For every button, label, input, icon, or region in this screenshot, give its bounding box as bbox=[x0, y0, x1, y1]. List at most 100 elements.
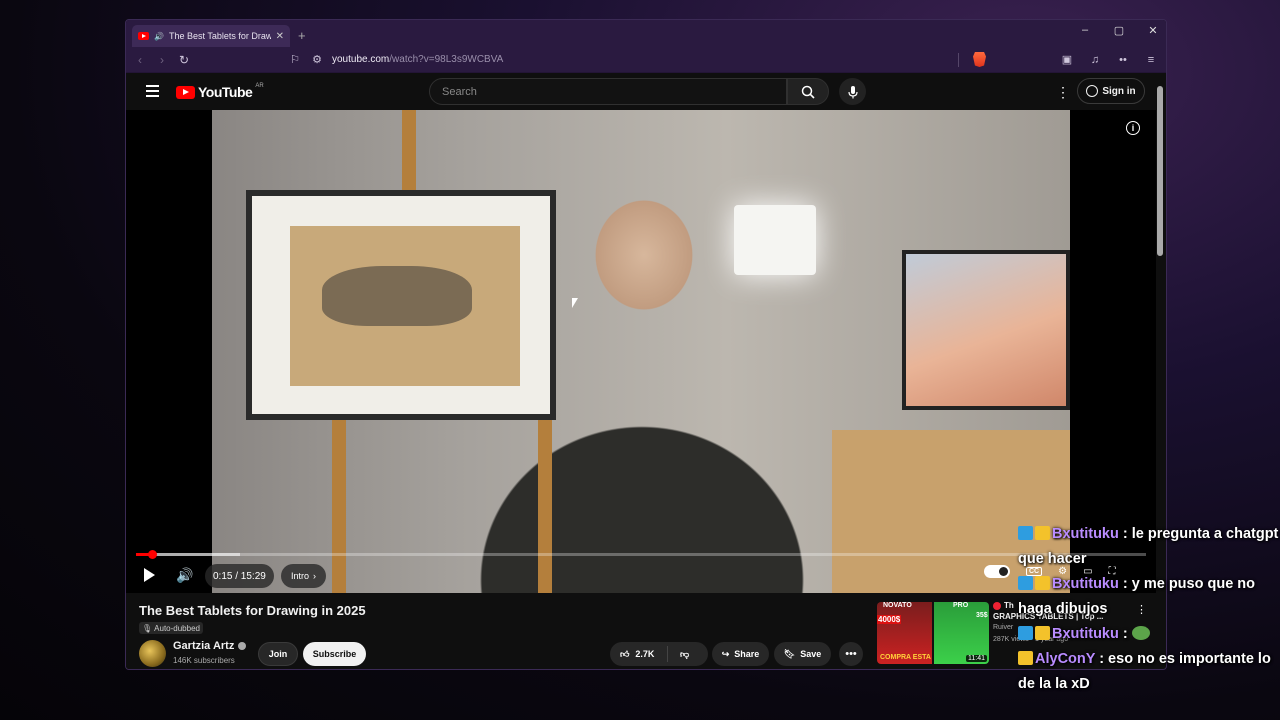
url-host: youtube.com bbox=[332, 54, 390, 65]
forward-icon[interactable]: › bbox=[156, 53, 168, 67]
buffered-range bbox=[152, 553, 240, 556]
bookmark-save-icon: 🔖︎ bbox=[783, 648, 796, 659]
voice-search-button[interactable] bbox=[839, 78, 866, 105]
toolbar-right: ▣ ♫ •• ≡ bbox=[958, 52, 1158, 67]
glasses-icon[interactable]: •• bbox=[1116, 54, 1130, 66]
channel-name-text: Gartzia Artz bbox=[173, 640, 235, 652]
thumb-label-novato: NOVATO bbox=[883, 602, 912, 609]
chat-username: Bxutituku bbox=[1052, 526, 1119, 542]
youtube-logo[interactable]: YouTube AR bbox=[176, 83, 264, 100]
mouse-cursor-icon bbox=[572, 298, 578, 308]
more-actions-button[interactable]: ••• bbox=[839, 642, 863, 666]
minimize-button[interactable]: – bbox=[1078, 24, 1092, 37]
chapter-button[interactable]: Intro › bbox=[281, 564, 327, 588]
browser-tab[interactable]: 🔊 The Best Tablets for Drawing ✕ bbox=[132, 25, 290, 47]
youtube-page: YouTube AR Search ⋮ Sign in i 🔊 0:15 / 1… bbox=[126, 74, 1166, 669]
save-button[interactable]: 🔖︎ Save bbox=[774, 642, 831, 666]
maximize-button[interactable]: ▢ bbox=[1112, 24, 1126, 37]
chevron-right-icon: › bbox=[313, 571, 317, 581]
thumbs-down-icon: 👎︎ bbox=[680, 648, 690, 659]
autoplay-toggle[interactable] bbox=[984, 565, 1010, 578]
recommended-thumbnail[interactable]: NOVATO PRO 4000$ 35$ COMPRA ESTA 11:41 bbox=[877, 602, 989, 664]
reload-icon[interactable]: ↻ bbox=[178, 53, 190, 67]
badge-arrow-icon bbox=[1018, 576, 1033, 590]
tab-close-icon[interactable]: ✕ bbox=[276, 31, 284, 42]
join-button[interactable]: Join bbox=[258, 642, 298, 666]
badge-crown-icon bbox=[1018, 651, 1033, 665]
brave-shield-icon[interactable] bbox=[973, 52, 986, 67]
dislike-button[interactable]: 👎︎ bbox=[668, 649, 689, 660]
sign-in-label: Sign in bbox=[1102, 85, 1136, 97]
chat-message: Bxutituku : le pregunta a chatgpt que ha… bbox=[1018, 522, 1280, 572]
recommended-channel[interactable]: Ruiver bbox=[993, 624, 1013, 631]
pepe-emote-icon bbox=[1131, 626, 1150, 640]
scrollbar-thumb[interactable] bbox=[1157, 86, 1163, 256]
back-icon[interactable]: ‹ bbox=[134, 53, 146, 67]
volume-icon[interactable]: 🔊 bbox=[176, 567, 193, 584]
settings-kebab-icon[interactable]: ⋮ bbox=[1056, 84, 1070, 101]
thumb-price-right: 35$ bbox=[976, 612, 988, 619]
address-bar: ‹ › ↻ ⚐ ⚙ youtube.com/watch?v=98L3s9WCBV… bbox=[126, 47, 1166, 73]
menu-icon[interactable]: ≡ bbox=[1144, 54, 1158, 66]
video-player[interactable]: i 🔊 0:15 / 15:29 Intro › CC ⚙ ▭ ⛶ bbox=[126, 110, 1156, 593]
search-input[interactable]: Search bbox=[429, 78, 787, 105]
share-label: Share bbox=[734, 649, 760, 659]
video-duration: 11:41 bbox=[966, 655, 987, 662]
badge-crown-icon bbox=[1035, 526, 1050, 540]
recommended-title[interactable]: Th bbox=[993, 601, 1014, 610]
verified-icon bbox=[238, 642, 247, 650]
thumb-label-compra: COMPRA ESTA bbox=[880, 654, 931, 661]
progress-bar[interactable] bbox=[136, 550, 1146, 559]
youtube-logo-text: YouTube bbox=[198, 84, 253, 100]
like-dislike-group: 👍︎ 2.7K 👎︎ bbox=[610, 642, 708, 666]
chat-username: Bxutituku bbox=[1052, 626, 1119, 642]
info-icon[interactable]: i bbox=[1126, 121, 1140, 135]
recommended-title-text: Th bbox=[1004, 601, 1014, 610]
extensions-icon[interactable]: ▣ bbox=[1060, 53, 1074, 66]
badge-arrow-icon bbox=[1018, 626, 1033, 640]
chat-message: Bxutituku : y me puso que no haga dibujo… bbox=[1018, 572, 1280, 622]
share-button[interactable]: ↪ Share bbox=[712, 642, 769, 666]
window-controls: – ▢ ✕ bbox=[1078, 24, 1160, 37]
bookmark-icon[interactable]: ⚐ bbox=[288, 53, 302, 66]
youtube-favicon-icon bbox=[138, 32, 149, 40]
thumbs-up-icon: 👍︎ bbox=[620, 648, 630, 659]
site-info-icon[interactable]: ⚙ bbox=[310, 53, 324, 66]
thumb-price-left: 4000$ bbox=[877, 615, 902, 624]
auto-dubbed-badge: 🎙 Auto-dubbed bbox=[139, 622, 203, 634]
scrubber-handle[interactable] bbox=[148, 550, 158, 559]
tab-bar: 🔊 The Best Tablets for Drawing ✕ + – ▢ ✕ bbox=[126, 20, 1166, 47]
channel-name[interactable]: Gartzia Artz bbox=[173, 640, 247, 652]
music-icon[interactable]: ♫ bbox=[1088, 54, 1102, 66]
chat-username: Bxutituku bbox=[1052, 576, 1119, 592]
video-frame[interactable] bbox=[212, 110, 1070, 593]
chat-message: Bxutituku : bbox=[1018, 622, 1280, 647]
hamburger-menu-icon[interactable] bbox=[146, 85, 159, 97]
thumb-label-pro: PRO bbox=[953, 602, 969, 609]
speaker-icon[interactable]: 🔊 bbox=[154, 32, 164, 41]
video-title: The Best Tablets for Drawing in 2025 bbox=[139, 603, 366, 618]
country-code: AR bbox=[255, 83, 264, 89]
new-tab-button[interactable]: + bbox=[298, 28, 306, 43]
stream-chat-overlay: Bxutituku : le pregunta a chatgpt que ha… bbox=[1018, 522, 1280, 697]
channel-avatar[interactable] bbox=[139, 640, 166, 667]
account-icon bbox=[1086, 85, 1099, 97]
player-controls: 🔊 0:15 / 15:29 Intro › CC ⚙ ▭ ⛶ bbox=[126, 560, 1156, 590]
subscriber-count: 146K subscribers bbox=[173, 656, 235, 665]
subscribe-button[interactable]: Subscribe bbox=[303, 642, 366, 666]
youtube-logo-icon bbox=[176, 85, 195, 99]
url-field[interactable]: ⚐ ⚙ youtube.com/watch?v=98L3s9WCBVA bbox=[288, 53, 503, 66]
search-button[interactable] bbox=[787, 78, 829, 105]
tab-title: The Best Tablets for Drawing bbox=[168, 31, 271, 41]
play-icon[interactable] bbox=[144, 568, 155, 582]
search-icon bbox=[801, 85, 815, 99]
airship-sketch bbox=[322, 266, 472, 326]
youtube-header: YouTube AR Search ⋮ Sign in bbox=[126, 74, 1166, 110]
like-button[interactable]: 👍︎ 2.7K bbox=[610, 646, 668, 662]
live-dot-icon bbox=[993, 601, 1001, 610]
divider bbox=[958, 52, 959, 67]
close-window-button[interactable]: ✕ bbox=[1146, 24, 1160, 37]
chat-username: AlyConY bbox=[1035, 651, 1096, 667]
sign-in-button[interactable]: Sign in bbox=[1077, 78, 1145, 104]
search-placeholder: Search bbox=[442, 85, 477, 98]
